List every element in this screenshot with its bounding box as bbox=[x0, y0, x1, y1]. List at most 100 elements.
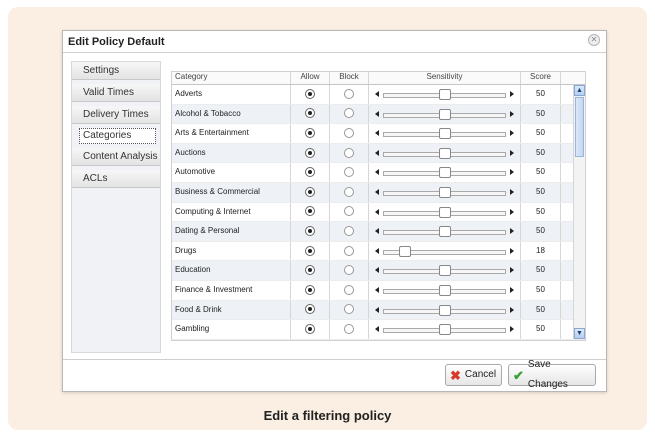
slider-decrease-icon[interactable] bbox=[375, 326, 379, 333]
slider-decrease-icon[interactable] bbox=[375, 188, 379, 195]
header-score[interactable]: Score bbox=[520, 72, 560, 84]
header-sensitivity[interactable]: Sensitivity bbox=[368, 72, 520, 84]
scroll-down-icon[interactable]: ▼ bbox=[574, 328, 585, 339]
slider-thumb[interactable] bbox=[439, 304, 451, 316]
slider-increase-icon[interactable] bbox=[510, 169, 514, 176]
sidebar-item-content-analysis[interactable]: Content Analysis bbox=[72, 148, 160, 166]
slider-increase-icon[interactable] bbox=[510, 267, 514, 274]
sensitivity-slider[interactable] bbox=[368, 124, 520, 143]
block-radio[interactable] bbox=[344, 206, 354, 217]
sensitivity-slider[interactable] bbox=[368, 300, 520, 320]
slider-decrease-icon[interactable] bbox=[375, 91, 379, 97]
slider-thumb[interactable] bbox=[439, 186, 451, 198]
save-changes-button[interactable]: ✔ Save Changes bbox=[508, 359, 596, 390]
slider-increase-icon[interactable] bbox=[510, 188, 514, 195]
slider-thumb[interactable] bbox=[439, 324, 451, 336]
allow-radio[interactable] bbox=[305, 88, 315, 99]
slider-decrease-icon[interactable] bbox=[375, 228, 379, 235]
sensitivity-slider[interactable] bbox=[368, 163, 520, 182]
slider-decrease-icon[interactable] bbox=[375, 267, 379, 274]
block-radio[interactable] bbox=[344, 324, 354, 335]
allow-radio[interactable] bbox=[305, 324, 315, 335]
block-radio[interactable] bbox=[344, 304, 354, 315]
allow-radio[interactable] bbox=[305, 128, 315, 139]
slider-thumb[interactable] bbox=[439, 128, 451, 140]
sensitivity-slider[interactable] bbox=[368, 85, 520, 104]
sidebar-item-categories[interactable]: Categories bbox=[79, 128, 156, 144]
block-radio[interactable] bbox=[344, 128, 354, 139]
block-radio[interactable] bbox=[344, 88, 354, 99]
sidebar-item-valid-times[interactable]: Valid Times bbox=[72, 84, 160, 102]
slider-increase-icon[interactable] bbox=[510, 110, 514, 117]
slider-thumb[interactable] bbox=[439, 147, 451, 159]
slider-increase-icon[interactable] bbox=[510, 91, 514, 97]
block-radio[interactable] bbox=[344, 186, 354, 197]
close-icon[interactable]: ✕ bbox=[588, 34, 600, 46]
slider-decrease-icon[interactable] bbox=[375, 110, 379, 117]
block-cell bbox=[329, 182, 368, 202]
slider-decrease-icon[interactable] bbox=[375, 286, 379, 293]
block-radio[interactable] bbox=[344, 284, 354, 295]
block-radio[interactable] bbox=[344, 245, 354, 256]
sidebar-item-acls[interactable]: ACLs bbox=[72, 170, 160, 188]
header-allow[interactable]: Allow bbox=[290, 72, 329, 84]
score-value: 50 bbox=[520, 104, 560, 124]
slider-decrease-icon[interactable] bbox=[375, 208, 379, 215]
block-radio[interactable] bbox=[344, 226, 354, 237]
allow-radio[interactable] bbox=[305, 108, 315, 119]
block-radio[interactable] bbox=[344, 265, 354, 276]
slider-decrease-icon[interactable] bbox=[375, 247, 379, 254]
slider-thumb[interactable] bbox=[439, 265, 451, 277]
allow-radio[interactable] bbox=[305, 265, 315, 276]
slider-increase-icon[interactable] bbox=[510, 247, 514, 254]
sensitivity-slider[interactable] bbox=[368, 320, 520, 339]
sensitivity-slider[interactable] bbox=[368, 143, 520, 163]
slider-thumb[interactable] bbox=[439, 284, 451, 296]
allow-radio[interactable] bbox=[305, 245, 315, 256]
slider-decrease-icon[interactable] bbox=[375, 306, 379, 313]
scroll-up-icon[interactable]: ▲ bbox=[574, 85, 585, 96]
score-value: 50 bbox=[520, 163, 560, 182]
slider-increase-icon[interactable] bbox=[510, 286, 514, 293]
cancel-button[interactable]: ✖ Cancel bbox=[445, 364, 502, 386]
slider-increase-icon[interactable] bbox=[510, 228, 514, 235]
allow-radio[interactable] bbox=[305, 167, 315, 178]
grid-scrollbar[interactable]: ▲ ▼ bbox=[573, 85, 585, 339]
sensitivity-slider[interactable] bbox=[368, 241, 520, 261]
slider-increase-icon[interactable] bbox=[510, 306, 514, 313]
header-category[interactable]: Category bbox=[172, 72, 290, 84]
sidebar-item-settings[interactable]: Settings bbox=[72, 62, 160, 80]
slider-thumb[interactable] bbox=[439, 167, 451, 179]
slider-thumb[interactable] bbox=[439, 206, 451, 218]
slider-thumb[interactable] bbox=[439, 108, 451, 120]
sensitivity-slider[interactable] bbox=[368, 104, 520, 124]
slider-increase-icon[interactable] bbox=[510, 326, 514, 333]
scroll-thumb[interactable] bbox=[575, 97, 584, 157]
slider-decrease-icon[interactable] bbox=[375, 169, 379, 176]
allow-radio[interactable] bbox=[305, 206, 315, 217]
allow-radio[interactable] bbox=[305, 304, 315, 315]
sensitivity-slider[interactable] bbox=[368, 261, 520, 280]
block-radio[interactable] bbox=[344, 108, 354, 119]
slider-thumb[interactable] bbox=[439, 89, 451, 100]
sensitivity-slider[interactable] bbox=[368, 182, 520, 202]
sensitivity-slider[interactable] bbox=[368, 339, 520, 340]
slider-decrease-icon[interactable] bbox=[375, 149, 379, 156]
sidebar-item-delivery-times[interactable]: Delivery Times bbox=[72, 106, 160, 124]
allow-radio[interactable] bbox=[305, 186, 315, 197]
sensitivity-slider[interactable] bbox=[368, 202, 520, 222]
slider-thumb[interactable] bbox=[439, 226, 451, 238]
sensitivity-slider[interactable] bbox=[368, 280, 520, 300]
allow-radio[interactable] bbox=[305, 284, 315, 295]
slider-increase-icon[interactable] bbox=[510, 208, 514, 215]
sensitivity-slider[interactable] bbox=[368, 222, 520, 241]
header-block[interactable]: Block bbox=[329, 72, 368, 84]
slider-increase-icon[interactable] bbox=[510, 130, 514, 137]
block-radio[interactable] bbox=[344, 147, 354, 158]
allow-radio[interactable] bbox=[305, 226, 315, 237]
slider-decrease-icon[interactable] bbox=[375, 130, 379, 137]
allow-radio[interactable] bbox=[305, 147, 315, 158]
slider-increase-icon[interactable] bbox=[510, 149, 514, 156]
block-radio[interactable] bbox=[344, 167, 354, 178]
slider-thumb[interactable] bbox=[399, 245, 412, 257]
